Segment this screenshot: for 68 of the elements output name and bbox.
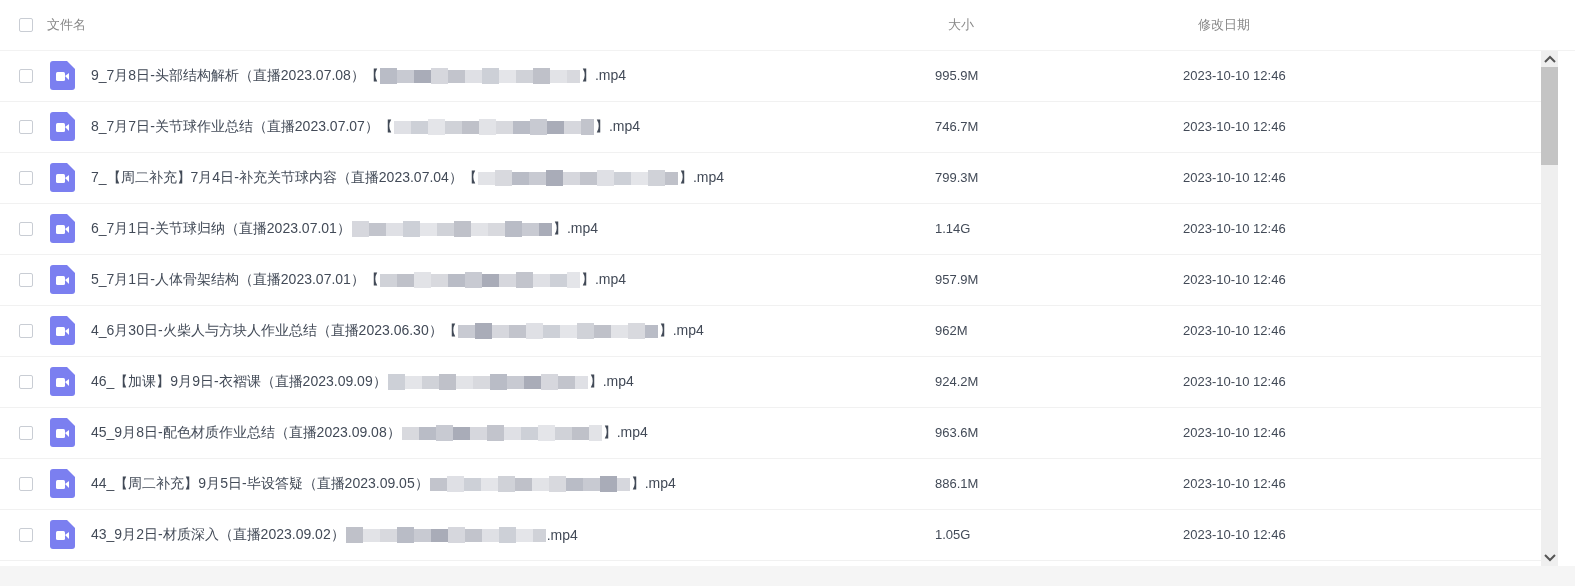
file-size: 1.14G: [935, 221, 972, 237]
file-extension: 】.mp4: [588, 372, 634, 391]
checkbox[interactable]: [19, 17, 33, 32]
checkbox[interactable]: [19, 68, 33, 83]
video-file-icon: [50, 214, 75, 244]
scroll-down-icon[interactable]: [1543, 553, 1556, 564]
file-size: 962M: [935, 323, 969, 339]
video-file-icon: [50, 520, 75, 550]
modified-date: 2023-10-10 12:46: [1183, 323, 1287, 339]
file-name[interactable]: 6_7月1日-关节球归纳（直播2023.07.01）: [91, 219, 351, 238]
modified-date: 2023-10-10 12:46: [1183, 476, 1287, 492]
file-size: 886.1M: [935, 476, 980, 492]
modified-date: 2023-10-10 12:46: [1183, 527, 1287, 543]
checkbox[interactable]: [19, 272, 33, 287]
file-name[interactable]: 8_7月7日-关节球作业总结（直播2023.07.07）【: [91, 117, 393, 136]
file-name[interactable]: 9_7月8日-头部结构解析（直播2023.07.08）【: [91, 66, 379, 85]
file-name[interactable]: 43_9月2日-材质深入（直播2023.09.02）: [91, 525, 345, 544]
modified-date: 2023-10-10 12:46: [1183, 119, 1287, 135]
file-extension: 】.mp4: [580, 270, 626, 289]
checkbox[interactable]: [19, 323, 33, 338]
checkbox[interactable]: [19, 425, 33, 440]
modified-date: 2023-10-10 12:46: [1183, 68, 1287, 84]
file-size: 746.7M: [935, 119, 980, 135]
file-size: 963.6M: [935, 425, 980, 441]
file-name[interactable]: 4_6月30日-火柴人与方块人作业总结（直播2023.06.30）【: [91, 321, 457, 340]
video-file-icon: [50, 163, 75, 193]
file-name[interactable]: 5_7月1日-人体骨架结构（直播2023.07.01）【: [91, 270, 379, 289]
file-extension: 】.mp4: [580, 66, 626, 85]
video-file-icon: [50, 367, 75, 397]
file-extension: 】.mp4: [552, 219, 598, 238]
file-extension: 】.mp4: [602, 423, 648, 442]
file-extension: 】.mp4: [630, 474, 676, 493]
file-extension: 】.mp4: [658, 321, 704, 340]
file-extension: .mp4: [546, 526, 578, 543]
scrollbar[interactable]: [1541, 50, 1558, 567]
modified-date: 2023-10-10 12:46: [1183, 272, 1287, 288]
checkbox[interactable]: [19, 221, 33, 236]
modified-date: 2023-10-10 12:46: [1183, 221, 1287, 237]
checkbox[interactable]: [19, 374, 33, 389]
checkbox[interactable]: [19, 170, 33, 185]
file-size: 799.3M: [935, 170, 980, 186]
checkbox[interactable]: [19, 119, 33, 134]
scroll-up-icon[interactable]: [1543, 53, 1556, 64]
video-file-icon: [50, 316, 75, 346]
video-file-icon: [50, 265, 75, 295]
file-name[interactable]: 46_【加课】9月9日-衣褶课（直播2023.09.09）: [91, 372, 387, 391]
checkbox[interactable]: [19, 527, 33, 542]
scroll-thumb[interactable]: [1541, 66, 1558, 165]
file-size: 924.2M: [935, 374, 980, 390]
file-extension: 】.mp4: [678, 168, 724, 187]
file-name[interactable]: 44_【周二补充】9月5日-毕设答疑（直播2023.09.05）: [91, 474, 429, 493]
modified-date: 2023-10-10 12:46: [1183, 374, 1287, 390]
file-size: 995.9M: [935, 68, 980, 84]
file-name[interactable]: 45_9月8日-配色材质作业总结（直播2023.09.08）: [91, 423, 401, 442]
modified-date: 2023-10-10 12:46: [1183, 425, 1287, 441]
column-header[interactable]: 修改日期: [1198, 15, 1541, 34]
modified-date: 2023-10-10 12:46: [1183, 170, 1287, 186]
file-size: 1.05G: [935, 527, 972, 543]
file-name[interactable]: 7_【周二补充】7月4日-补充关节球内容（直播2023.07.04）【: [91, 168, 477, 187]
video-file-icon: [50, 61, 75, 91]
video-file-icon: [50, 112, 75, 142]
video-file-icon: [50, 418, 75, 448]
checkbox[interactable]: [19, 476, 33, 491]
file-size: 957.9M: [935, 272, 980, 288]
video-file-icon: [50, 469, 75, 499]
column-header[interactable]: 文件名: [47, 15, 948, 34]
column-header[interactable]: 大小: [948, 15, 1198, 34]
file-extension: 】.mp4: [594, 117, 640, 136]
